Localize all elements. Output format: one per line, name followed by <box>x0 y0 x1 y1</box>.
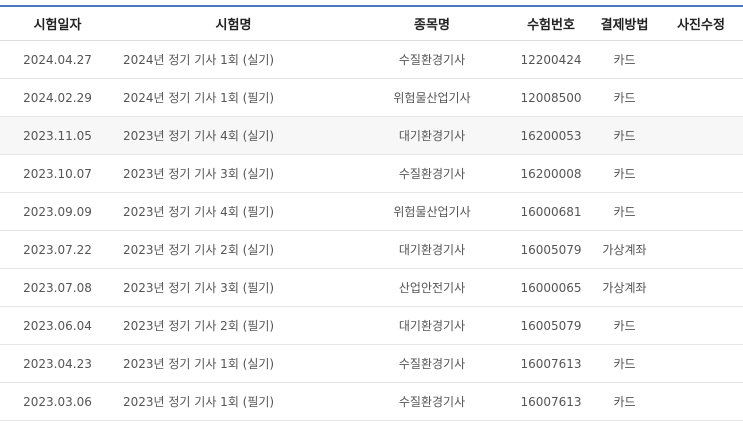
cell-exam-name: 2023년 정기 기사 2회 (필기) <box>115 306 352 345</box>
cell-photo-edit[interactable] <box>659 306 743 345</box>
cell-photo-edit[interactable] <box>659 344 743 383</box>
cell-subject: 위험물산업기사 <box>352 192 512 231</box>
cell-payment-method: 카드 <box>590 192 659 231</box>
cell-date: 2024.04.27 <box>0 40 115 79</box>
cell-date: 2023.04.23 <box>0 344 115 383</box>
cell-photo-edit[interactable] <box>659 116 743 155</box>
cell-exam-number: 16000065 <box>512 268 590 307</box>
table-row[interactable]: 2024.04.27 2024년 정기 기사 1회 (실기) 수질환경기사 12… <box>0 40 743 79</box>
header-subject: 종목명 <box>352 7 512 41</box>
header-row: 시험일자 시험명 종목명 수험번호 결제방법 사진수정 <box>0 7 743 41</box>
cell-subject: 위험물산업기사 <box>352 78 512 117</box>
cell-subject: 수질환경기사 <box>352 40 512 79</box>
table-row[interactable]: 2023.03.06 2023년 정기 기사 1회 (필기) 수질환경기사 16… <box>0 382 743 421</box>
cell-payment-method: 카드 <box>590 78 659 117</box>
cell-exam-name: 2023년 정기 기사 2회 (실기) <box>115 230 352 269</box>
table-row[interactable]: 2023.07.22 2023년 정기 기사 2회 (실기) 대기환경기사 16… <box>0 230 743 269</box>
cell-payment-method: 카드 <box>590 40 659 79</box>
cell-exam-name: 2024년 정기 기사 1회 (필기) <box>115 78 352 117</box>
table-row[interactable]: 2023.11.05 2023년 정기 기사 4회 (실기) 대기환경기사 16… <box>0 116 743 155</box>
cell-exam-number: 16200008 <box>512 154 590 193</box>
cell-payment-method: 카드 <box>590 382 659 421</box>
cell-exam-number: 12200424 <box>512 40 590 79</box>
cell-exam-name: 2023년 정기 기사 1회 (실기) <box>115 344 352 383</box>
cell-photo-edit[interactable] <box>659 154 743 193</box>
header-exam-name: 시험명 <box>115 7 352 41</box>
cell-photo-edit[interactable] <box>659 268 743 307</box>
table-body: 2024.04.27 2024년 정기 기사 1회 (실기) 수질환경기사 12… <box>0 40 743 421</box>
cell-payment-method: 카드 <box>590 154 659 193</box>
cell-payment-method: 카드 <box>590 116 659 155</box>
cell-date: 2023.09.09 <box>0 192 115 231</box>
cell-date: 2023.07.22 <box>0 230 115 269</box>
cell-subject: 수질환경기사 <box>352 154 512 193</box>
cell-exam-name: 2024년 정기 기사 1회 (실기) <box>115 40 352 79</box>
cell-exam-number: 16000681 <box>512 192 590 231</box>
cell-photo-edit[interactable] <box>659 230 743 269</box>
cell-photo-edit[interactable] <box>659 78 743 117</box>
table-header: 시험일자 시험명 종목명 수험번호 결제방법 사진수정 <box>0 7 743 41</box>
cell-payment-method: 카드 <box>590 344 659 383</box>
cell-subject: 수질환경기사 <box>352 382 512 421</box>
cell-exam-number: 16007613 <box>512 344 590 383</box>
cell-payment-method: 카드 <box>590 306 659 345</box>
cell-date: 2023.07.08 <box>0 268 115 307</box>
cell-exam-name: 2023년 정기 기사 1회 (필기) <box>115 382 352 421</box>
cell-date: 2023.06.04 <box>0 306 115 345</box>
cell-date: 2023.11.05 <box>0 116 115 155</box>
cell-date: 2023.10.07 <box>0 154 115 193</box>
cell-exam-name: 2023년 정기 기사 4회 (필기) <box>115 192 352 231</box>
header-photo-edit: 사진수정 <box>659 7 743 41</box>
table-row[interactable]: 2024.02.29 2024년 정기 기사 1회 (필기) 위험물산업기사 1… <box>0 78 743 117</box>
cell-subject: 대기환경기사 <box>352 116 512 155</box>
cell-photo-edit[interactable] <box>659 40 743 79</box>
cell-exam-number: 16005079 <box>512 306 590 345</box>
cell-payment-method: 가상계좌 <box>590 268 659 307</box>
cell-payment-method: 가상계좌 <box>590 230 659 269</box>
table-row[interactable]: 2023.09.09 2023년 정기 기사 4회 (필기) 위험물산업기사 1… <box>0 192 743 231</box>
table-row[interactable]: 2023.07.08 2023년 정기 기사 3회 (필기) 산업안전기사 16… <box>0 268 743 307</box>
cell-date: 2023.03.06 <box>0 382 115 421</box>
cell-exam-number: 16200053 <box>512 116 590 155</box>
table-row[interactable]: 2023.04.23 2023년 정기 기사 1회 (실기) 수질환경기사 16… <box>0 344 743 383</box>
header-exam-number: 수험번호 <box>512 7 590 41</box>
cell-subject: 대기환경기사 <box>352 306 512 345</box>
header-payment-method: 결제방법 <box>590 7 659 41</box>
cell-exam-number: 12008500 <box>512 78 590 117</box>
cell-subject: 대기환경기사 <box>352 230 512 269</box>
table-row[interactable]: 2023.10.07 2023년 정기 기사 3회 (실기) 수질환경기사 16… <box>0 154 743 193</box>
cell-exam-name: 2023년 정기 기사 3회 (필기) <box>115 268 352 307</box>
exam-history-table: 시험일자 시험명 종목명 수험번호 결제방법 사진수정 2024.04.27 2… <box>0 7 743 421</box>
cell-exam-name: 2023년 정기 기사 3회 (실기) <box>115 154 352 193</box>
cell-subject: 수질환경기사 <box>352 344 512 383</box>
cell-photo-edit[interactable] <box>659 382 743 421</box>
cell-exam-number: 16005079 <box>512 230 590 269</box>
cell-exam-number: 16007613 <box>512 382 590 421</box>
table-row[interactable]: 2023.06.04 2023년 정기 기사 2회 (필기) 대기환경기사 16… <box>0 306 743 345</box>
cell-photo-edit[interactable] <box>659 192 743 231</box>
header-date: 시험일자 <box>0 7 115 41</box>
cell-date: 2024.02.29 <box>0 78 115 117</box>
cell-exam-name: 2023년 정기 기사 4회 (실기) <box>115 116 352 155</box>
cell-subject: 산업안전기사 <box>352 268 512 307</box>
